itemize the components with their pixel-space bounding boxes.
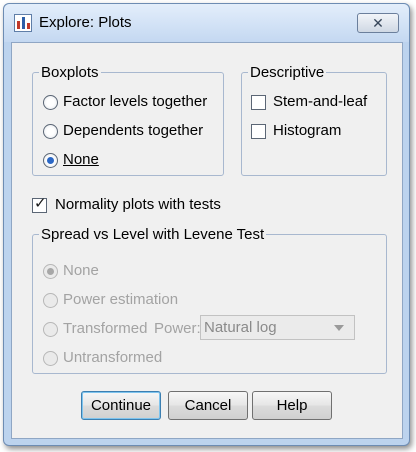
checkmark-icon: ✓ bbox=[34, 195, 47, 212]
radio-spread-none[interactable] bbox=[43, 264, 58, 279]
explore-plots-dialog: Explore: Plots ✕ Boxplots Factor levels … bbox=[3, 3, 410, 446]
dependents-label: Dependents together bbox=[63, 122, 204, 139]
title-bar[interactable]: Explore: Plots ✕ bbox=[4, 4, 409, 42]
normality-checkbox[interactable]: ✓ bbox=[32, 195, 47, 213]
close-icon: ✕ bbox=[372, 15, 384, 31]
chevron-down-icon bbox=[334, 325, 344, 331]
radio-power-estimation[interactable] bbox=[43, 293, 58, 308]
descriptive-group: Descriptive bbox=[241, 64, 387, 176]
power-select-value: Natural log bbox=[204, 319, 277, 336]
radio-factor-levels[interactable] bbox=[43, 95, 58, 110]
histogram-checkbox[interactable] bbox=[251, 124, 266, 139]
spss-app-icon bbox=[14, 14, 32, 32]
stem-and-leaf-label: Stem-and-leaf bbox=[273, 93, 368, 110]
normality-label: Normality plots with tests bbox=[55, 196, 221, 213]
boxplot-none-label: None bbox=[63, 151, 99, 168]
power-estimation-label: Power estimation bbox=[63, 291, 179, 308]
power-select[interactable]: Natural log bbox=[200, 315, 355, 340]
histogram-label: Histogram bbox=[273, 122, 342, 139]
descriptive-legend: Descriptive bbox=[250, 64, 325, 81]
boxplots-legend: Boxplots bbox=[41, 64, 99, 81]
factor-levels-label: Factor levels together bbox=[63, 93, 208, 110]
cancel-button[interactable]: Cancel bbox=[168, 391, 248, 420]
close-button[interactable]: ✕ bbox=[357, 13, 399, 33]
radio-untransformed[interactable] bbox=[43, 351, 58, 366]
continue-button[interactable]: Continue bbox=[81, 391, 161, 420]
boxplots-group: Boxplots bbox=[32, 64, 224, 176]
radio-transformed[interactable] bbox=[43, 322, 58, 337]
dialog-title: Explore: Plots bbox=[39, 14, 132, 31]
transformed-label: Transformed bbox=[63, 320, 148, 337]
radio-boxplot-none[interactable] bbox=[43, 153, 58, 168]
power-label: Power: bbox=[154, 320, 201, 337]
radio-dependents[interactable] bbox=[43, 124, 58, 139]
untransformed-label: Untransformed bbox=[63, 349, 163, 366]
spread-legend: Spread vs Level with Levene Test bbox=[41, 226, 265, 243]
dialog-body: Boxplots Factor levels together Dependen… bbox=[11, 42, 403, 439]
spread-none-label: None bbox=[63, 262, 99, 279]
help-button[interactable]: Help bbox=[252, 391, 332, 420]
stem-and-leaf-checkbox[interactable] bbox=[251, 95, 266, 110]
